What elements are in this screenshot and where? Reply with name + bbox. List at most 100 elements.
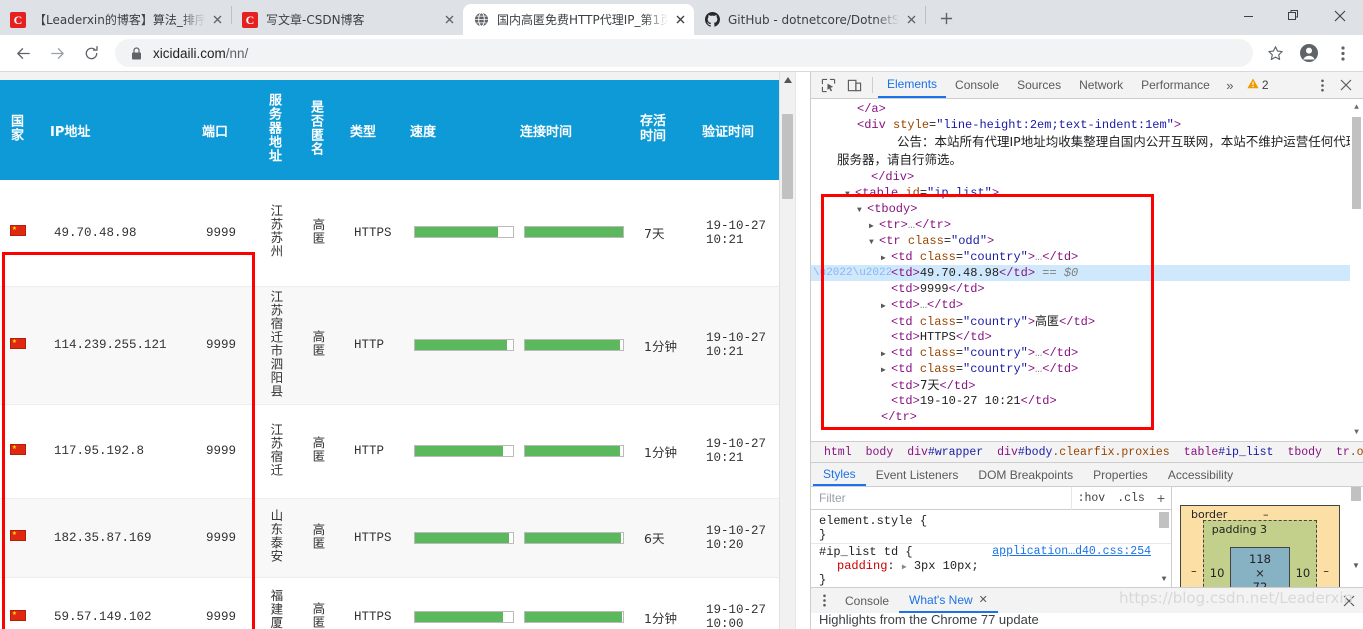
dom-node-table[interactable]: <table id="ip_list"> <box>811 185 1363 201</box>
header-country[interactable]: 国家 <box>0 80 44 180</box>
breadcrumb-html[interactable]: html <box>817 441 859 463</box>
close-window-button[interactable] <box>1317 0 1363 32</box>
dom-node[interactable]: </a> <box>811 101 1363 117</box>
dom-node-td-selected[interactable]: \u2022\u2022 <td>49.70.48.98</td> == $0 <box>811 265 1363 281</box>
breadcrumb-table-ip-list[interactable]: table #ip_list <box>1177 441 1281 463</box>
three-dot-menu-icon[interactable] <box>1329 39 1357 67</box>
chevron-double-right-icon[interactable]: » <box>1219 78 1241 93</box>
tab-styles[interactable]: Styles <box>813 463 866 486</box>
url-input[interactable]: xicidaili.com/nn/ <box>115 39 1253 67</box>
header-alive-time[interactable]: 存活时间 <box>634 80 696 180</box>
profile-avatar-icon[interactable] <box>1295 39 1323 67</box>
scroll-up-arrow-icon[interactable]: ▲ <box>1350 101 1363 114</box>
border-right-value[interactable]: – <box>1323 564 1329 578</box>
tab-network[interactable]: Network <box>1070 72 1132 98</box>
padding-right-value[interactable]: 10 <box>1296 566 1311 580</box>
rule-property[interactable]: padding: ▶ 3px 10px; <box>819 559 1163 573</box>
tab-elements[interactable]: Elements <box>878 72 947 98</box>
header-port[interactable]: 端口 <box>196 80 258 180</box>
scrollbar-thumb[interactable] <box>1159 512 1169 528</box>
header-speed[interactable]: 速度 <box>404 80 514 180</box>
dom-node[interactable]: </tr> <box>811 409 1363 425</box>
table-row[interactable]: 182.35.87.169 9999 山东泰安 高匿 HTTPS 6天 19-1… <box>0 498 795 578</box>
breadcrumb-tbody[interactable]: tbody <box>1280 441 1329 463</box>
dom-node-td[interactable]: <td class="country">高匿</td> <box>811 313 1363 329</box>
tab-dom-breakpoints[interactable]: DOM Breakpoints <box>968 463 1083 486</box>
close-icon[interactable] <box>441 12 457 28</box>
page-scrollbar[interactable] <box>779 72 795 629</box>
drawer-close-icon[interactable] <box>1339 591 1359 611</box>
header-anonymous[interactable]: 是否匿名 <box>300 80 344 180</box>
bookmark-star-icon[interactable] <box>1261 39 1289 67</box>
breadcrumb-div-body[interactable]: div #body .clearfix.proxies <box>990 441 1177 463</box>
inspect-element-icon[interactable] <box>815 73 841 97</box>
dom-text-node[interactable]: 公告：本站所有代理IP地址均收集整理自国内公开互联网，本站不维护运营任何代理服务… <box>811 133 1363 169</box>
drawer-tab-console[interactable]: Console <box>835 589 899 613</box>
tab-performance[interactable]: Performance <box>1132 72 1219 98</box>
expand-triangle-icon[interactable]: ▶ <box>902 563 907 572</box>
breadcrumb-div-wrapper[interactable]: div #wrapper <box>900 441 990 463</box>
box-model-scrollbar[interactable]: ▼ <box>1351 487 1361 587</box>
dom-tree[interactable]: </a> <div style="line-height:2em;text-in… <box>811 99 1363 441</box>
dom-node-tbody[interactable]: <tbody> <box>811 201 1363 217</box>
table-row[interactable]: 114.239.255.121 9999 江苏宿迁市泗阳县 高匿 HTTP 1分… <box>0 286 795 405</box>
back-arrow-icon[interactable] <box>9 39 37 67</box>
header-ip[interactable]: IP地址 <box>44 80 196 180</box>
dom-node-td[interactable]: <td>7天</td> <box>811 377 1363 393</box>
scrollbar-thumb[interactable] <box>782 114 793 199</box>
header-server-address[interactable]: 服务器地址 <box>258 80 300 180</box>
browser-tab-4[interactable]: GitHub - dotnetcore/DotnetSp <box>694 4 925 35</box>
dom-node-td[interactable]: <td class="country">…</td> <box>811 345 1363 361</box>
scroll-down-arrow-icon[interactable]: ▼ <box>1159 573 1169 585</box>
warning-indicator[interactable]: 2 <box>1247 78 1269 92</box>
close-icon[interactable] <box>672 12 688 28</box>
drawer-tab-whats-new[interactable]: What's New ✕ <box>899 589 998 613</box>
filter-input[interactable]: Filter <box>811 486 1072 510</box>
style-rule-element-style[interactable]: element.style { } <box>811 513 1171 544</box>
table-row[interactable]: 117.95.192.8 9999 江苏宿迁 高匿 HTTP 1分钟 19-10… <box>0 404 795 499</box>
new-tab-button[interactable] <box>932 4 960 32</box>
padding-left-value[interactable]: 10 <box>1210 566 1225 580</box>
dom-node-td[interactable]: <td>19-10-27 10:21</td> <box>811 393 1363 409</box>
scroll-down-arrow-icon[interactable]: ▼ <box>1350 426 1363 439</box>
style-rule-ip-list-td[interactable]: #ip_list td { application…d40.css:254 pa… <box>811 544 1171 587</box>
minimize-button[interactable] <box>1225 0 1271 32</box>
tab-console[interactable]: Console <box>946 72 1008 98</box>
tab-sources[interactable]: Sources <box>1008 72 1070 98</box>
dom-node-td[interactable]: <td>…</td> <box>811 297 1363 313</box>
dom-node-tr[interactable]: <tr>…</tr> <box>811 217 1363 233</box>
scrollbar-thumb[interactable] <box>1352 117 1361 209</box>
close-icon[interactable] <box>1333 73 1359 97</box>
table-row[interactable]: 49.70.48.98 9999 江苏苏州 高匿 HTTPS 7天 19-10-… <box>0 180 795 287</box>
new-style-rule-button[interactable]: + <box>1151 490 1171 506</box>
hov-toggle[interactable]: :hov <box>1072 492 1112 505</box>
dom-node-td[interactable]: <td class="country">…</td> <box>811 361 1363 377</box>
scrollbar-thumb[interactable] <box>1351 487 1361 501</box>
table-row[interactable]: 59.57.149.102 9999 福建厦门 高匿 HTTPS 1分钟 19-… <box>0 577 795 629</box>
breadcrumb-tr-odd[interactable]: tr.odd <box>1329 441 1363 463</box>
close-icon[interactable] <box>903 12 919 28</box>
dom-node-tr-odd[interactable]: <tr class="odd"> <box>811 233 1363 249</box>
dom-node-td[interactable]: <td>HTTPS</td> <box>811 329 1363 345</box>
reload-icon[interactable] <box>77 39 105 67</box>
three-dot-menu-icon[interactable] <box>1311 73 1333 97</box>
close-icon[interactable] <box>209 12 225 28</box>
dom-tree-scrollbar[interactable]: ▲ ▼ <box>1350 99 1363 441</box>
dom-node-td[interactable]: <td class="country">…</td> <box>811 249 1363 265</box>
rule-source-link[interactable]: application…d40.css:254 <box>992 545 1151 558</box>
browser-tab-2[interactable]: C 写文章-CSDN博客 <box>232 4 463 35</box>
scroll-up-arrow-icon[interactable] <box>780 72 795 87</box>
device-toolbar-icon[interactable] <box>841 73 867 97</box>
header-connect-time[interactable]: 连接时间 <box>514 80 634 180</box>
cls-toggle[interactable]: .cls <box>1111 492 1151 505</box>
close-icon[interactable]: ✕ <box>979 593 988 606</box>
dom-node-td[interactable]: <td>9999</td> <box>811 281 1363 297</box>
tab-properties[interactable]: Properties <box>1083 463 1158 486</box>
browser-tab-1[interactable]: C 【Leaderxin的博客】算法_排序算 <box>0 4 231 35</box>
browser-tab-3-active[interactable]: 国内高匿免费HTTP代理IP_第1页 <box>463 4 694 35</box>
header-type[interactable]: 类型 <box>344 80 404 180</box>
tab-accessibility[interactable]: Accessibility <box>1158 463 1243 486</box>
dom-node[interactable]: <div style="line-height:2em;text-indent:… <box>811 117 1363 133</box>
scroll-down-arrow-icon[interactable]: ▼ <box>1351 559 1361 571</box>
border-left-value[interactable]: – <box>1191 564 1197 578</box>
